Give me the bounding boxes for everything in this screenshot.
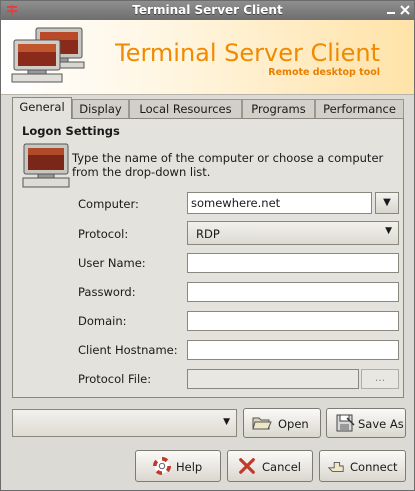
password-input[interactable] [187,282,399,302]
tab-performance[interactable]: Performance [315,99,404,118]
close-icon[interactable] [399,4,411,16]
save-as-label: Save As [358,417,404,431]
protocol-file-label: Protocol File: [78,372,152,386]
protocol-value: RDP [196,227,220,241]
minimize-icon[interactable] [385,4,397,16]
banner-title: Terminal Server Client [115,39,380,67]
tab-display[interactable]: Display [72,99,129,118]
open-label: Open [278,417,309,431]
computer-input[interactable]: somewhere.net [187,192,372,214]
username-label: User Name: [78,256,146,270]
computer-icon [22,143,70,188]
protocol-file-input[interactable] [187,369,359,389]
computer-label: Computer: [78,197,139,211]
folder-open-icon [252,417,272,430]
cancel-label: Cancel [262,460,301,474]
protocol-label: Protocol: [78,227,129,241]
tab-general[interactable]: General [12,97,72,119]
tab-local-resources[interactable]: Local Resources [129,99,242,118]
chevron-down-icon[interactable]: ▼ [375,192,399,214]
client-hostname-label: Client Hostname: [78,343,178,357]
domain-label: Domain: [78,314,127,328]
open-button[interactable]: Open [243,408,321,438]
username-input[interactable] [187,253,399,273]
protocol-select[interactable]: RDP ▼ [187,221,399,245]
browse-button[interactable]: ... [361,369,399,389]
connect-hand-icon [327,461,344,472]
cancel-button[interactable]: Cancel [227,450,313,482]
help-button[interactable]: Help [135,450,221,482]
password-label: Password: [78,285,136,299]
tab-programs[interactable]: Programs [242,99,315,118]
logon-info-text: Type the name of the computer or choose … [72,151,384,179]
profile-select[interactable]: ▼ [12,409,237,437]
title-bar[interactable]: Terminal Server Client [1,1,414,20]
cancel-x-icon [239,458,255,474]
banner-subtitle: Remote desktop tool [268,67,380,78]
computer-combo[interactable]: somewhere.net ▼ [187,192,399,214]
dropdown-arrow-icon: ▼ [385,226,392,236]
computers-icon [11,27,85,83]
tsclient-window: Terminal Server Client Terminal Server C… [0,0,415,491]
client-hostname-input[interactable] [187,340,399,360]
connect-button[interactable]: Connect [319,450,406,482]
save-icon [336,414,355,432]
dropdown-arrow-icon: ▼ [223,417,230,427]
header-banner: Terminal Server Client Remote desktop to… [1,20,414,95]
domain-input[interactable] [187,311,399,331]
save-as-button[interactable]: Save As [326,408,406,438]
help-label: Help [176,460,203,474]
general-tab-panel: Logon Settings Type the name of the comp… [12,118,404,398]
help-buoy-icon [153,457,171,475]
window-title: Terminal Server Client [132,3,283,17]
connect-label: Connect [350,460,398,474]
logon-settings-title: Logon Settings [22,124,120,138]
